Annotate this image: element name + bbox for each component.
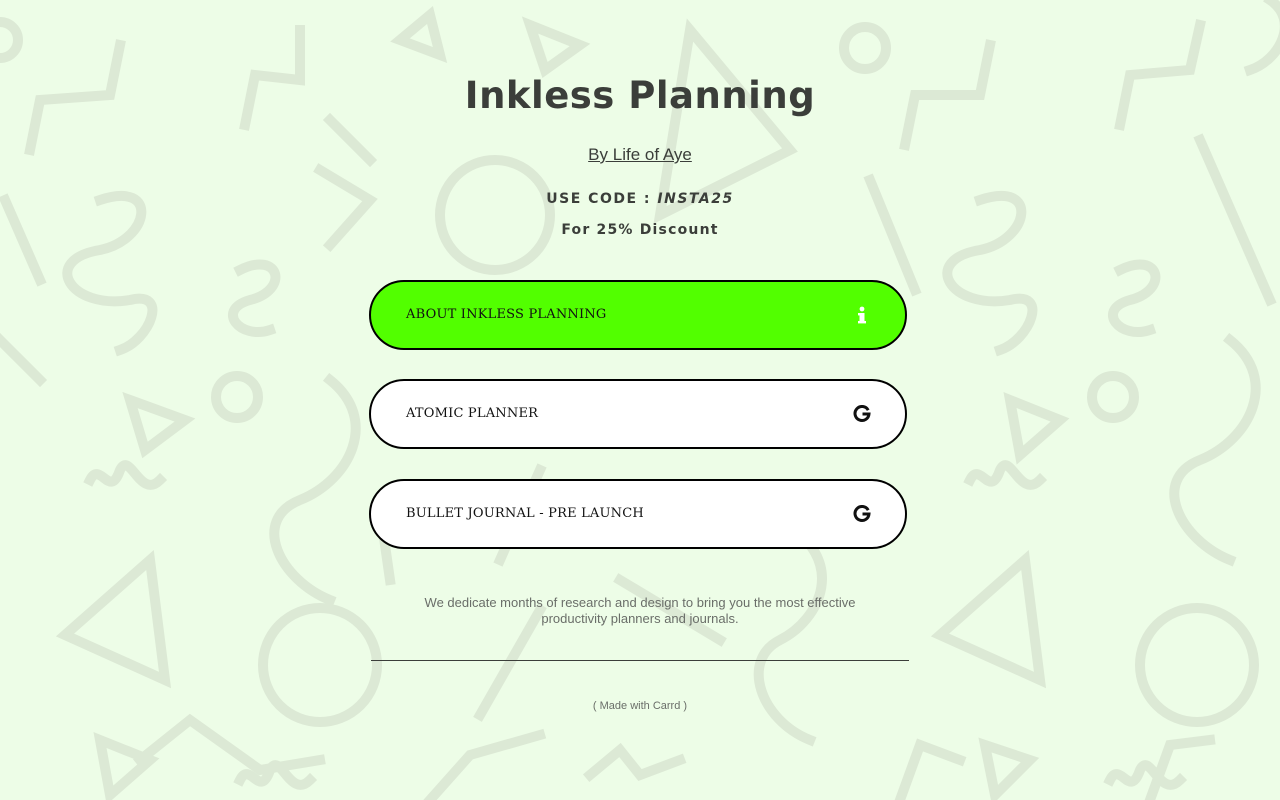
page-content: Inkless Planning By Life of Aye USE CODE… (0, 0, 1280, 800)
gumroad-icon (851, 403, 873, 425)
button-label: ATOMIC PLANNER (406, 406, 539, 421)
footer: ( Made with Carrd ) (0, 700, 1280, 712)
divider (371, 660, 909, 661)
promo-code: INSTA25 (657, 191, 734, 207)
byline: By Life of Aye (0, 145, 1280, 165)
made-with-carrd-link[interactable]: ( Made with Carrd ) (593, 700, 687, 712)
atomic-planner-button[interactable]: ATOMIC PLANNER (369, 379, 907, 449)
promo-code-line: USE CODE : INSTA25 (0, 191, 1280, 207)
button-label: ABOUT INKLESS PLANNING (406, 307, 607, 322)
byline-link[interactable]: By Life of Aye (588, 145, 692, 164)
gumroad-icon (851, 503, 873, 525)
info-icon (851, 304, 873, 326)
button-label: BULLET JOURNAL - PRE LAUNCH (406, 506, 644, 521)
about-inkless-planning-button[interactable]: ABOUT INKLESS PLANNING (369, 280, 907, 350)
description-text: We dedicate months of research and desig… (424, 595, 856, 626)
promo-code-prefix: USE CODE : (546, 191, 658, 207)
page-title: Inkless Planning (464, 74, 816, 117)
discount-text: For 25% Discount (561, 222, 719, 238)
bullet-journal-pre-launch-button[interactable]: BULLET JOURNAL - PRE LAUNCH (369, 479, 907, 549)
